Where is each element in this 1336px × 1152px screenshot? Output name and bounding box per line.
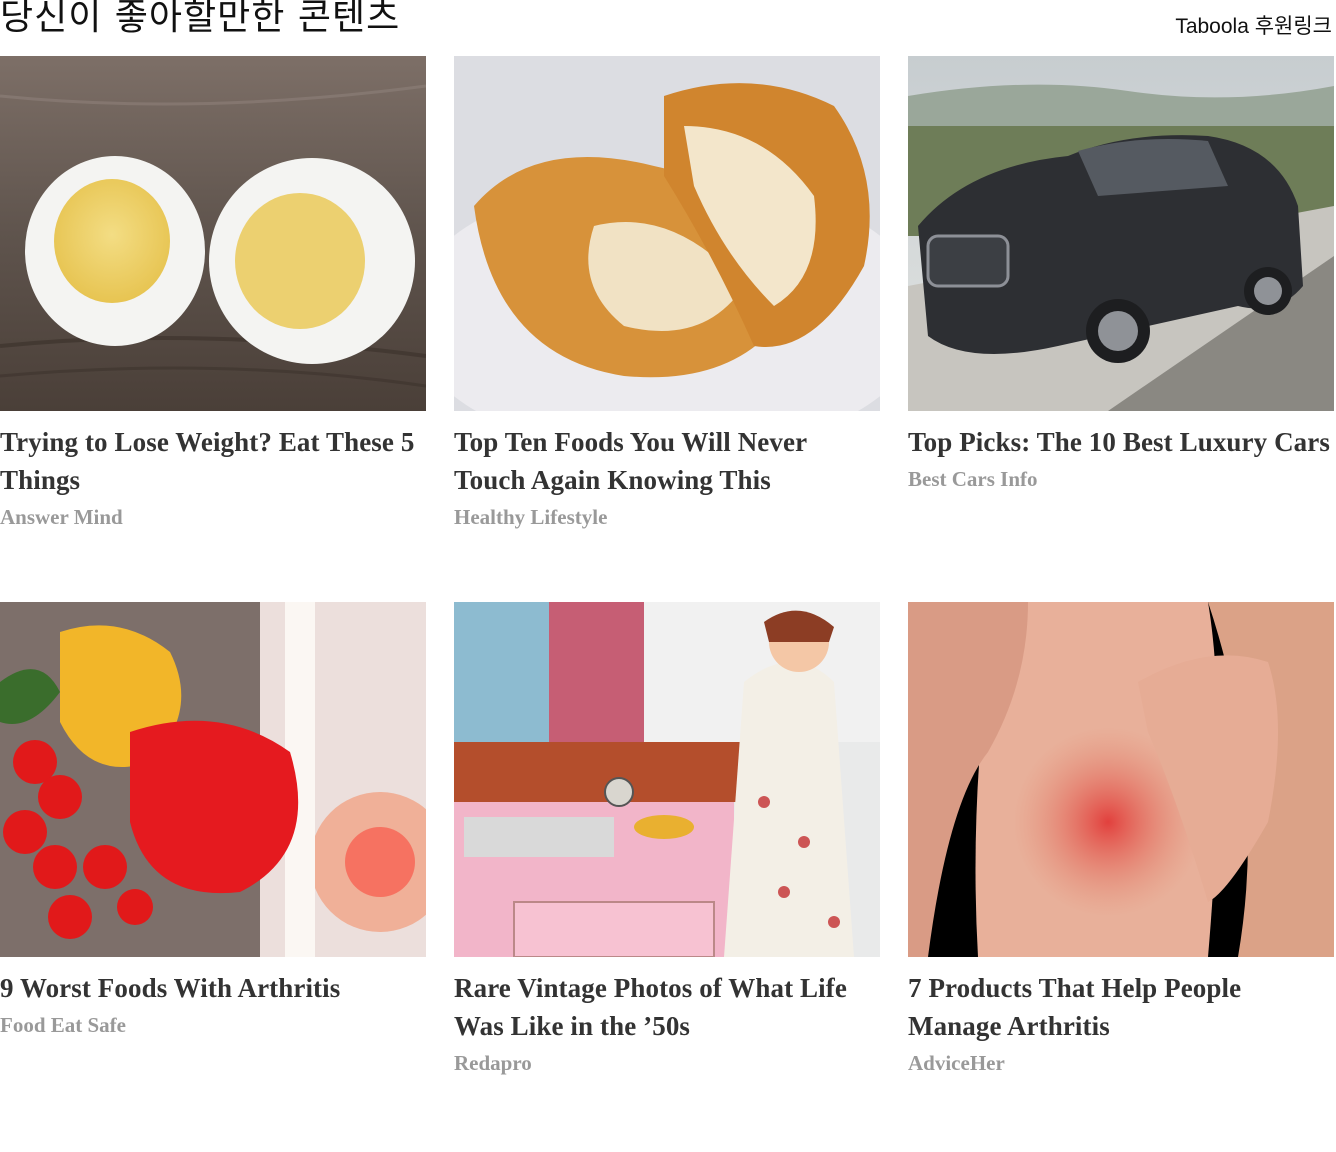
- card-source[interactable]: Redapro: [454, 1049, 880, 1077]
- section-title: 당신이 좋아할만한 콘텐츠: [0, 0, 401, 38]
- vegetables-skeleton-image[interactable]: [0, 602, 426, 957]
- card-source[interactable]: Answer Mind: [0, 503, 426, 531]
- vintage-kitchen-image[interactable]: [454, 602, 880, 957]
- recommendation-card[interactable]: Top Ten Foods You Will Never Touch Again…: [454, 56, 880, 531]
- card-source[interactable]: Healthy Lifestyle: [454, 503, 880, 531]
- card-source[interactable]: Food Eat Safe: [0, 1011, 426, 1039]
- knee-arthritis-image[interactable]: [908, 602, 1334, 957]
- boiled-eggs-image[interactable]: [0, 56, 426, 411]
- card-title[interactable]: 7 Products That Help People Manage Arthr…: [908, 969, 1334, 1045]
- card-source[interactable]: AdviceHer: [908, 1049, 1334, 1077]
- recommendation-card[interactable]: Rare Vintage Photos of What Life Was Lik…: [454, 602, 880, 1077]
- recommendation-card[interactable]: 9 Worst Foods With Arthritis Food Eat Sa…: [0, 602, 426, 1039]
- sponsored-links-label[interactable]: Taboola 후원링크: [1175, 10, 1332, 40]
- card-source[interactable]: Best Cars Info: [908, 465, 1334, 493]
- card-title[interactable]: Top Picks: The 10 Best Luxury Cars: [908, 423, 1334, 461]
- recommendation-card[interactable]: Trying to Lose Weight? Eat These 5 Thing…: [0, 56, 426, 531]
- card-title[interactable]: Trying to Lose Weight? Eat These 5 Thing…: [0, 423, 426, 499]
- card-title[interactable]: Top Ten Foods You Will Never Touch Again…: [454, 423, 880, 499]
- recommendation-card[interactable]: Top Picks: The 10 Best Luxury Cars Best …: [908, 56, 1334, 493]
- recommendation-card[interactable]: 7 Products That Help People Manage Arthr…: [908, 602, 1334, 1077]
- card-title[interactable]: 9 Worst Foods With Arthritis: [0, 969, 426, 1007]
- widget-header: 당신이 좋아할만한 콘텐츠 Taboola 후원링크: [0, 0, 1336, 50]
- fried-chicken-nugget-image[interactable]: [454, 56, 880, 411]
- card-title[interactable]: Rare Vintage Photos of What Life Was Lik…: [454, 969, 880, 1045]
- luxury-car-image[interactable]: [908, 56, 1334, 411]
